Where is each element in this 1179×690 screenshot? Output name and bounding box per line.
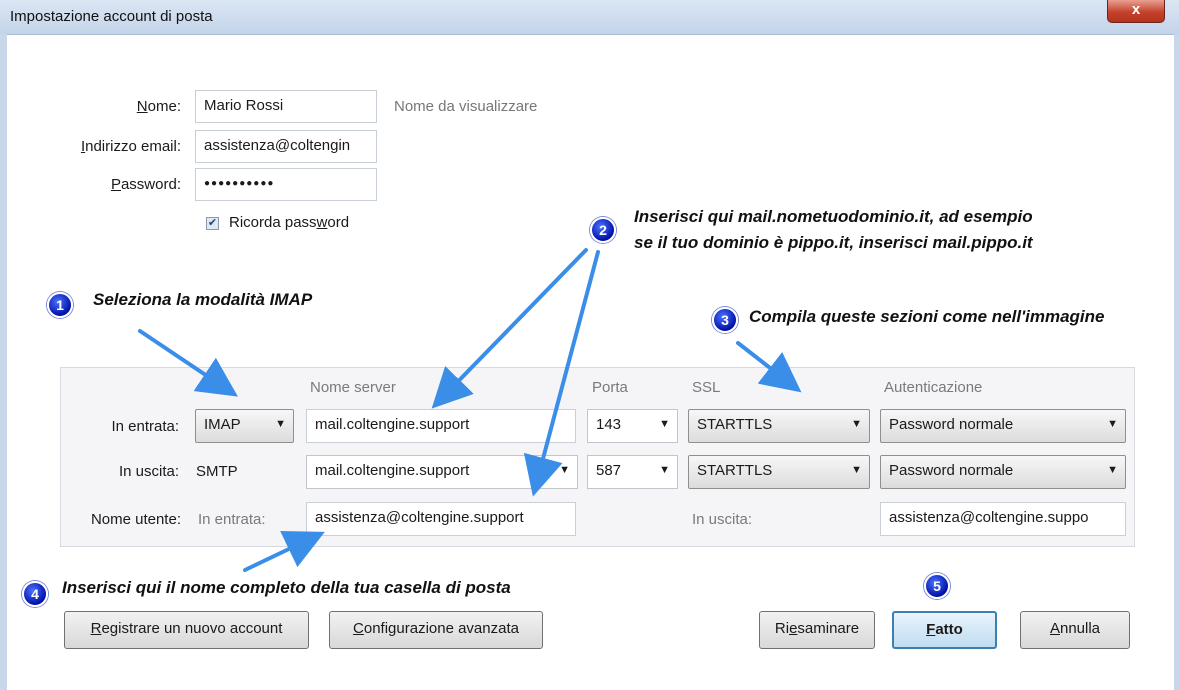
retest-button[interactable]: Riesaminare: [759, 611, 875, 649]
username-incoming-input[interactable]: assistenza@coltengine.support: [306, 502, 576, 536]
remember-password-label: Ricorda password: [229, 214, 350, 231]
step-3-badge: 3: [712, 307, 738, 333]
username-label: Nome utente:: [90, 511, 181, 528]
name-label: Nome:: [136, 98, 181, 115]
username-outgoing-input[interactable]: assistenza@coltengine.suppo: [880, 502, 1126, 536]
email-input[interactable]: assistenza@coltengin: [195, 130, 377, 163]
incoming-port-select[interactable]: 143 ▼: [587, 409, 678, 443]
step-1-badge: 1: [47, 292, 73, 318]
chevron-down-icon: ▼: [851, 418, 862, 430]
chevron-down-icon: ▼: [851, 464, 862, 476]
incoming-auth-select[interactable]: Password normale ▼: [880, 409, 1126, 443]
new-account-button[interactable]: Registrare un nuovo account: [64, 611, 309, 649]
email-label: Indirizzo email:: [80, 138, 181, 155]
window-frame-right: [1174, 34, 1179, 690]
password-input[interactable]: ●●●●●●●●●●: [195, 168, 377, 201]
window-title: Impostazione account di posta: [10, 8, 213, 25]
chevron-down-icon: ▼: [559, 464, 570, 476]
incoming-label: In entrata:: [111, 418, 179, 435]
chevron-down-icon: ▼: [659, 418, 670, 430]
step-2-badge: 2: [590, 217, 616, 243]
incoming-protocol-select[interactable]: IMAP ▼: [195, 409, 294, 443]
outgoing-auth-select[interactable]: Password normale ▼: [880, 455, 1126, 489]
name-input[interactable]: Mario Rossi: [195, 90, 377, 123]
outgoing-protocol: SMTP: [196, 463, 238, 480]
chevron-down-icon: ▼: [1107, 418, 1118, 430]
header-port: Porta: [592, 379, 628, 396]
cancel-button[interactable]: Annulla: [1020, 611, 1130, 649]
close-button[interactable]: x: [1107, 0, 1165, 23]
step-5-badge: 5: [924, 573, 950, 599]
advanced-config-button[interactable]: Configurazione avanzata: [329, 611, 543, 649]
outgoing-ssl-select[interactable]: STARTTLS ▼: [688, 455, 870, 489]
remember-password-checkbox[interactable]: ✔: [206, 217, 219, 230]
step-1-note: Seleziona la modalità IMAP: [93, 290, 313, 309]
incoming-server-input[interactable]: mail.coltengine.support: [306, 409, 576, 443]
outgoing-server-select[interactable]: mail.coltengine.support ▼: [306, 455, 578, 489]
close-icon: x: [1131, 1, 1141, 18]
title-bar: Impostazione account di posta x: [0, 0, 1179, 35]
header-authentication: Autenticazione: [884, 379, 983, 396]
step-4-badge: 4: [22, 581, 48, 607]
header-ssl: SSL: [692, 379, 721, 396]
outgoing-port-select[interactable]: 587 ▼: [587, 455, 678, 489]
step-3-note: Compila queste sezioni come nell'immagin…: [749, 307, 1105, 326]
done-button[interactable]: Fatto: [892, 611, 997, 649]
step-2-note-line1: Inserisci qui mail.nometuodominio.it, ad…: [634, 207, 1033, 226]
incoming-ssl-select[interactable]: STARTTLS ▼: [688, 409, 870, 443]
name-hint: Nome da visualizzare: [394, 98, 538, 115]
window-frame-left: [0, 34, 7, 690]
step-2-note-line2: se il tuo dominio è pippo.it, inserisci …: [634, 233, 1033, 252]
chevron-down-icon: ▼: [1107, 464, 1118, 476]
username-incoming-label: In entrata:: [198, 511, 266, 528]
step-4-note: Inserisci qui il nome completo della tua…: [62, 578, 511, 597]
password-label: Password:: [110, 176, 181, 193]
header-server-name: Nome server: [310, 379, 396, 396]
username-outgoing-label: In uscita:: [692, 511, 753, 528]
chevron-down-icon: ▼: [275, 418, 286, 430]
outgoing-label: In uscita:: [118, 463, 179, 480]
chevron-down-icon: ▼: [659, 464, 670, 476]
